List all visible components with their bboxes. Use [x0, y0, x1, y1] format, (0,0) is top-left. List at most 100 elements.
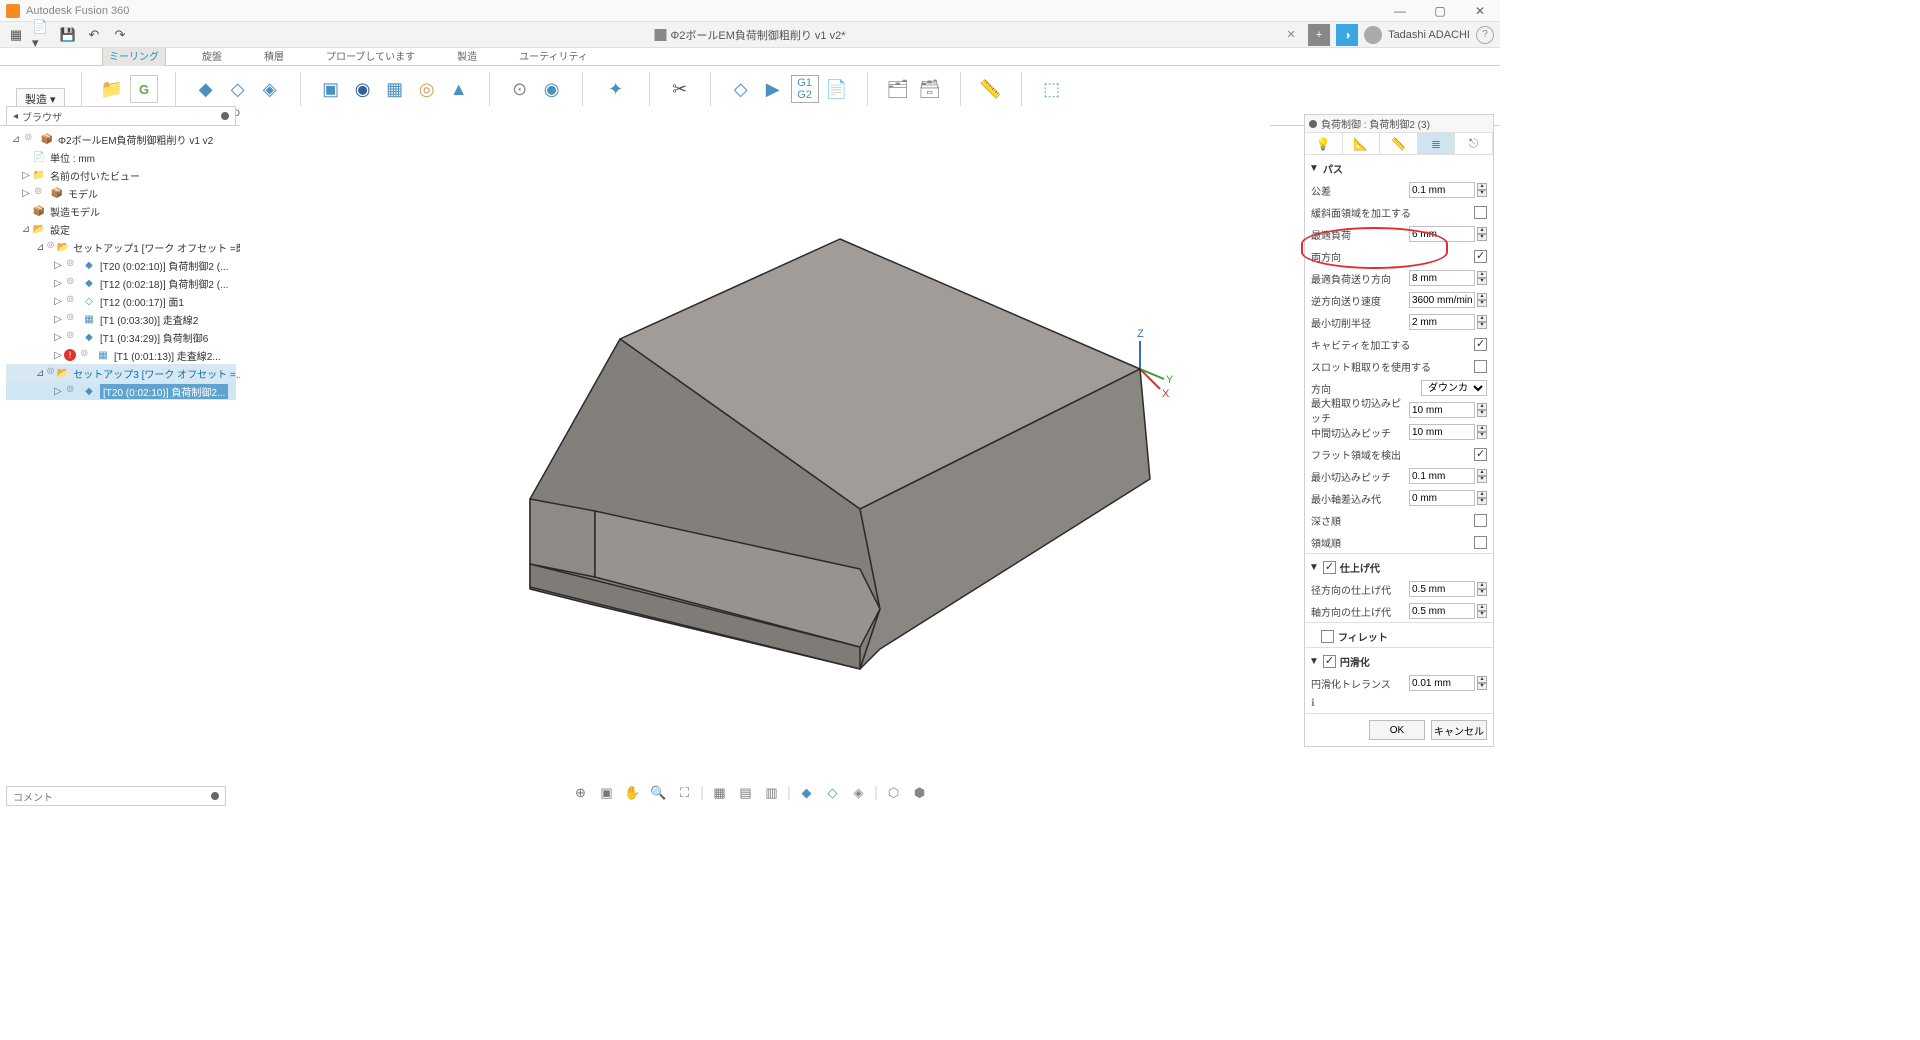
- viewport-icon[interactable]: ▥: [763, 784, 781, 802]
- user-name[interactable]: Tadashi ADACHI: [1388, 29, 1470, 41]
- save-icon[interactable]: 💾: [58, 25, 78, 45]
- 2d-adaptive-icon[interactable]: ◆: [192, 75, 220, 103]
- browser-header[interactable]: ◂ ブラウザ: [6, 106, 236, 126]
- panel-tab-passes[interactable]: ≣: [1418, 133, 1456, 154]
- 2d-pocket-icon[interactable]: ◇: [224, 75, 252, 103]
- app-menu-icon[interactable]: ▦: [6, 25, 26, 45]
- tree-op-5[interactable]: ▷!⊚▦[T1 (0:01:13)] 走査線2...: [6, 346, 236, 364]
- maximize-button[interactable]: ▢: [1420, 0, 1460, 22]
- help-icon[interactable]: ?: [1476, 26, 1494, 44]
- cavity-checkbox[interactable]: [1474, 338, 1487, 351]
- slot-checkbox[interactable]: [1474, 360, 1487, 373]
- panel-info-icon[interactable]: ℹ: [1305, 694, 1493, 713]
- new-setup-icon[interactable]: 📁: [98, 75, 126, 103]
- 3d-contour-icon[interactable]: ◎: [413, 75, 441, 103]
- zoom-icon[interactable]: 🔍: [650, 784, 668, 802]
- radial-stock-input[interactable]: [1409, 581, 1475, 597]
- tree-mfg-model[interactable]: 📦製造モデル: [6, 202, 236, 220]
- tree-op-2[interactable]: ▷⊚◇[T12 (0:00:17)] 面1: [6, 292, 236, 310]
- flat-detect-checkbox[interactable]: [1474, 448, 1487, 461]
- tab-utilities[interactable]: ユーティリティ: [513, 46, 594, 65]
- section-stock[interactable]: ▼仕上げ代: [1309, 558, 1493, 576]
- avatar-icon[interactable]: [1364, 26, 1382, 44]
- depth-order-checkbox[interactable]: [1474, 514, 1487, 527]
- new-tab-button[interactable]: +: [1308, 24, 1330, 46]
- viewport[interactable]: Z Y X: [240, 106, 1270, 782]
- shade1-icon[interactable]: ◆: [798, 784, 816, 802]
- mid-stepdown-input[interactable]: [1409, 424, 1475, 440]
- postprocess-icon[interactable]: G1G2: [791, 75, 819, 103]
- tree-settings[interactable]: ⊿📂設定: [6, 220, 236, 238]
- shade3-icon[interactable]: ◈: [850, 784, 868, 802]
- generate-icon[interactable]: ◇: [727, 75, 755, 103]
- axial-stock-input[interactable]: [1409, 603, 1475, 619]
- cancel-button[interactable]: キャンセル: [1431, 720, 1487, 740]
- multiaxis-icon[interactable]: ✦: [602, 75, 630, 103]
- tolerance-input[interactable]: [1409, 182, 1475, 198]
- tab-additive[interactable]: 積層: [258, 46, 290, 65]
- 2d-face-icon[interactable]: ◈: [256, 75, 284, 103]
- tree-setup3[interactable]: ⊿⊚📂セットアップ3 [ワーク オフセット =...◉: [6, 364, 236, 382]
- shade2-icon[interactable]: ◇: [824, 784, 842, 802]
- tree-op-3[interactable]: ▷⊚▦[T1 (0:03:30)] 走査線2: [6, 310, 236, 328]
- tree-op-4[interactable]: ▷⊚◆[T1 (0:34:29)] 負荷制御6: [6, 328, 236, 346]
- comment-bar[interactable]: コメント: [6, 786, 226, 806]
- close-button[interactable]: ✕: [1460, 0, 1500, 22]
- wire-icon[interactable]: ⬡: [885, 784, 903, 802]
- tree-model[interactable]: ▷⊚📦モデル: [6, 184, 236, 202]
- extensions-icon[interactable]: ◑: [1336, 24, 1358, 46]
- tab-fabrication[interactable]: 製造: [451, 46, 483, 65]
- tree-setup1[interactable]: ⊿⊚📂セットアップ1 [ワーク オフセット =既:...○: [6, 238, 236, 256]
- file-menu-icon[interactable]: 📄▾: [32, 25, 52, 45]
- display-icon[interactable]: ▦: [711, 784, 729, 802]
- grid-icon[interactable]: ▤: [737, 784, 755, 802]
- tree-op-selected[interactable]: ▷⊚◆[T20 (0:02:10)] 負荷制御2...: [6, 382, 236, 400]
- smooth-tol-input[interactable]: [1409, 675, 1475, 691]
- panel-tab-heights[interactable]: 📏: [1380, 133, 1418, 154]
- fit-icon[interactable]: ⛶: [676, 784, 694, 802]
- look-icon[interactable]: ▣: [598, 784, 616, 802]
- pan-icon[interactable]: ✋: [624, 784, 642, 802]
- 3d-parallel-icon[interactable]: ▦: [381, 75, 409, 103]
- ok-button[interactable]: OK: [1369, 720, 1425, 740]
- min-stepdown-input[interactable]: [1409, 468, 1475, 484]
- 3d-adaptive-icon[interactable]: ▣: [317, 75, 345, 103]
- panel-header[interactable]: 負荷制御 : 負荷制御2 (3): [1305, 115, 1493, 133]
- section-path[interactable]: ▼パス: [1309, 159, 1493, 177]
- browser-pin-icon[interactable]: [221, 112, 229, 120]
- simulate-icon[interactable]: ▶: [759, 75, 787, 103]
- workspace-selector[interactable]: 製造 ▾: [10, 70, 71, 110]
- direction-select[interactable]: ダウンカット: [1421, 380, 1487, 396]
- opt-load-input[interactable]: [1409, 226, 1475, 242]
- panel-tab-tool[interactable]: 💡: [1305, 133, 1343, 154]
- document-tab[interactable]: Φ2ボールEM負荷制御粗削り v1 v2*: [654, 27, 845, 43]
- slope-checkbox[interactable]: [1474, 206, 1487, 219]
- 3d-ramp-icon[interactable]: ▲: [445, 75, 473, 103]
- tab-probing[interactable]: プローブしています: [320, 46, 421, 65]
- shade-wire-icon[interactable]: ⬢: [911, 784, 929, 802]
- minimize-button[interactable]: —: [1380, 0, 1420, 22]
- min-axial-input[interactable]: [1409, 490, 1475, 506]
- comment-pin-icon[interactable]: [211, 792, 219, 800]
- panel-tab-linking[interactable]: ⎋: [1455, 133, 1493, 154]
- task-manager-icon[interactable]: 🗃: [916, 75, 944, 103]
- 3d-pocket-icon[interactable]: ◉: [349, 75, 377, 103]
- tree-root[interactable]: ⊿⊚📦Φ2ボールEM負荷制御粗削り v1 v2: [6, 130, 236, 148]
- tree-op-0[interactable]: ▷⊚◆[T20 (0:02:10)] 負荷制御2 (...: [6, 256, 236, 274]
- bore-icon[interactable]: ◉: [538, 75, 566, 103]
- edit-icon[interactable]: ✂: [666, 75, 694, 103]
- g-code-icon[interactable]: G: [130, 75, 158, 103]
- setup-sheet-icon[interactable]: 📄: [823, 75, 851, 103]
- close-tab-button[interactable]: ✕: [1280, 28, 1302, 41]
- tree-named-views[interactable]: ▷📁名前の付いたビュー: [6, 166, 236, 184]
- region-order-checkbox[interactable]: [1474, 536, 1487, 549]
- min-radius-input[interactable]: [1409, 314, 1475, 330]
- tab-turning[interactable]: 旋盤: [196, 46, 228, 65]
- rev-feed-input[interactable]: [1409, 292, 1475, 308]
- orbit-icon[interactable]: ⊕: [572, 784, 590, 802]
- tree-op-1[interactable]: ▷⊚◆[T12 (0:02:18)] 負荷制御2 (...: [6, 274, 236, 292]
- opt-feed-input[interactable]: [1409, 270, 1475, 286]
- max-stepdown-input[interactable]: [1409, 402, 1475, 418]
- panel-tab-geometry[interactable]: 📐: [1343, 133, 1381, 154]
- inspect-icon[interactable]: 📏: [977, 75, 1005, 103]
